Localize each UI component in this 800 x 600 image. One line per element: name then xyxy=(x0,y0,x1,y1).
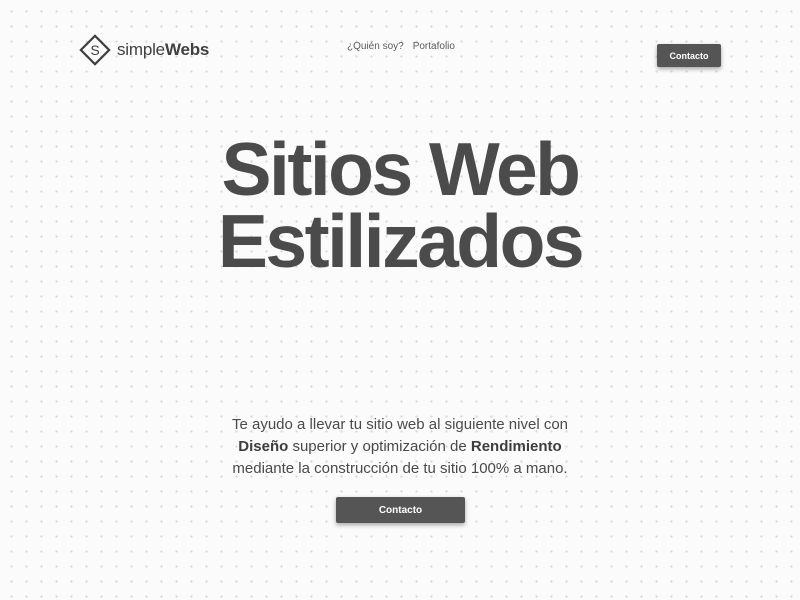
hero-contact-button[interactable]: Contacto xyxy=(336,497,465,523)
subtitle-line-1: Te ayudo a llevar tu sitio web al siguie… xyxy=(231,416,569,433)
hero-title-line-2: Estilizados xyxy=(217,199,585,283)
hero-title-line-1: Sitios Web xyxy=(221,127,582,211)
header-contact-button[interactable]: Contacto xyxy=(657,44,721,67)
nav-link-portafolio[interactable]: Portafolio xyxy=(413,41,455,52)
site-logo[interactable]: S simpleWebs xyxy=(79,34,209,66)
logo-wordmark: simpleWebs xyxy=(117,40,209,60)
nav-link-quien-soy[interactable]: ¿Quién soy? xyxy=(347,41,404,52)
hero-subtitle: Te ayudo a llevar tu sitio web al siguie… xyxy=(0,414,800,480)
subtitle-bold-rendimiento: Rendimiento xyxy=(470,438,562,455)
subtitle-bold-diseno: Diseño xyxy=(238,438,289,455)
subtitle-line-2-text: superior y optimización de xyxy=(288,438,471,455)
s-diamond-logo-icon: S xyxy=(79,34,111,66)
logo-letter: S xyxy=(90,42,99,58)
logo-text-bold: Webs xyxy=(164,40,210,59)
main-nav: ¿Quién soy? Portafolio xyxy=(347,41,455,52)
logo-text-light: simple xyxy=(117,40,165,59)
subtitle-line-2: Diseño superior y optimización de Rendim… xyxy=(0,436,800,458)
site-header: S simpleWebs ¿Quién soy? Portafolio Cont… xyxy=(0,0,800,100)
hero-title: Sitios Web Estilizados xyxy=(0,127,800,283)
subtitle-line-3: mediante la construcción de tu sitio 100… xyxy=(232,460,568,477)
